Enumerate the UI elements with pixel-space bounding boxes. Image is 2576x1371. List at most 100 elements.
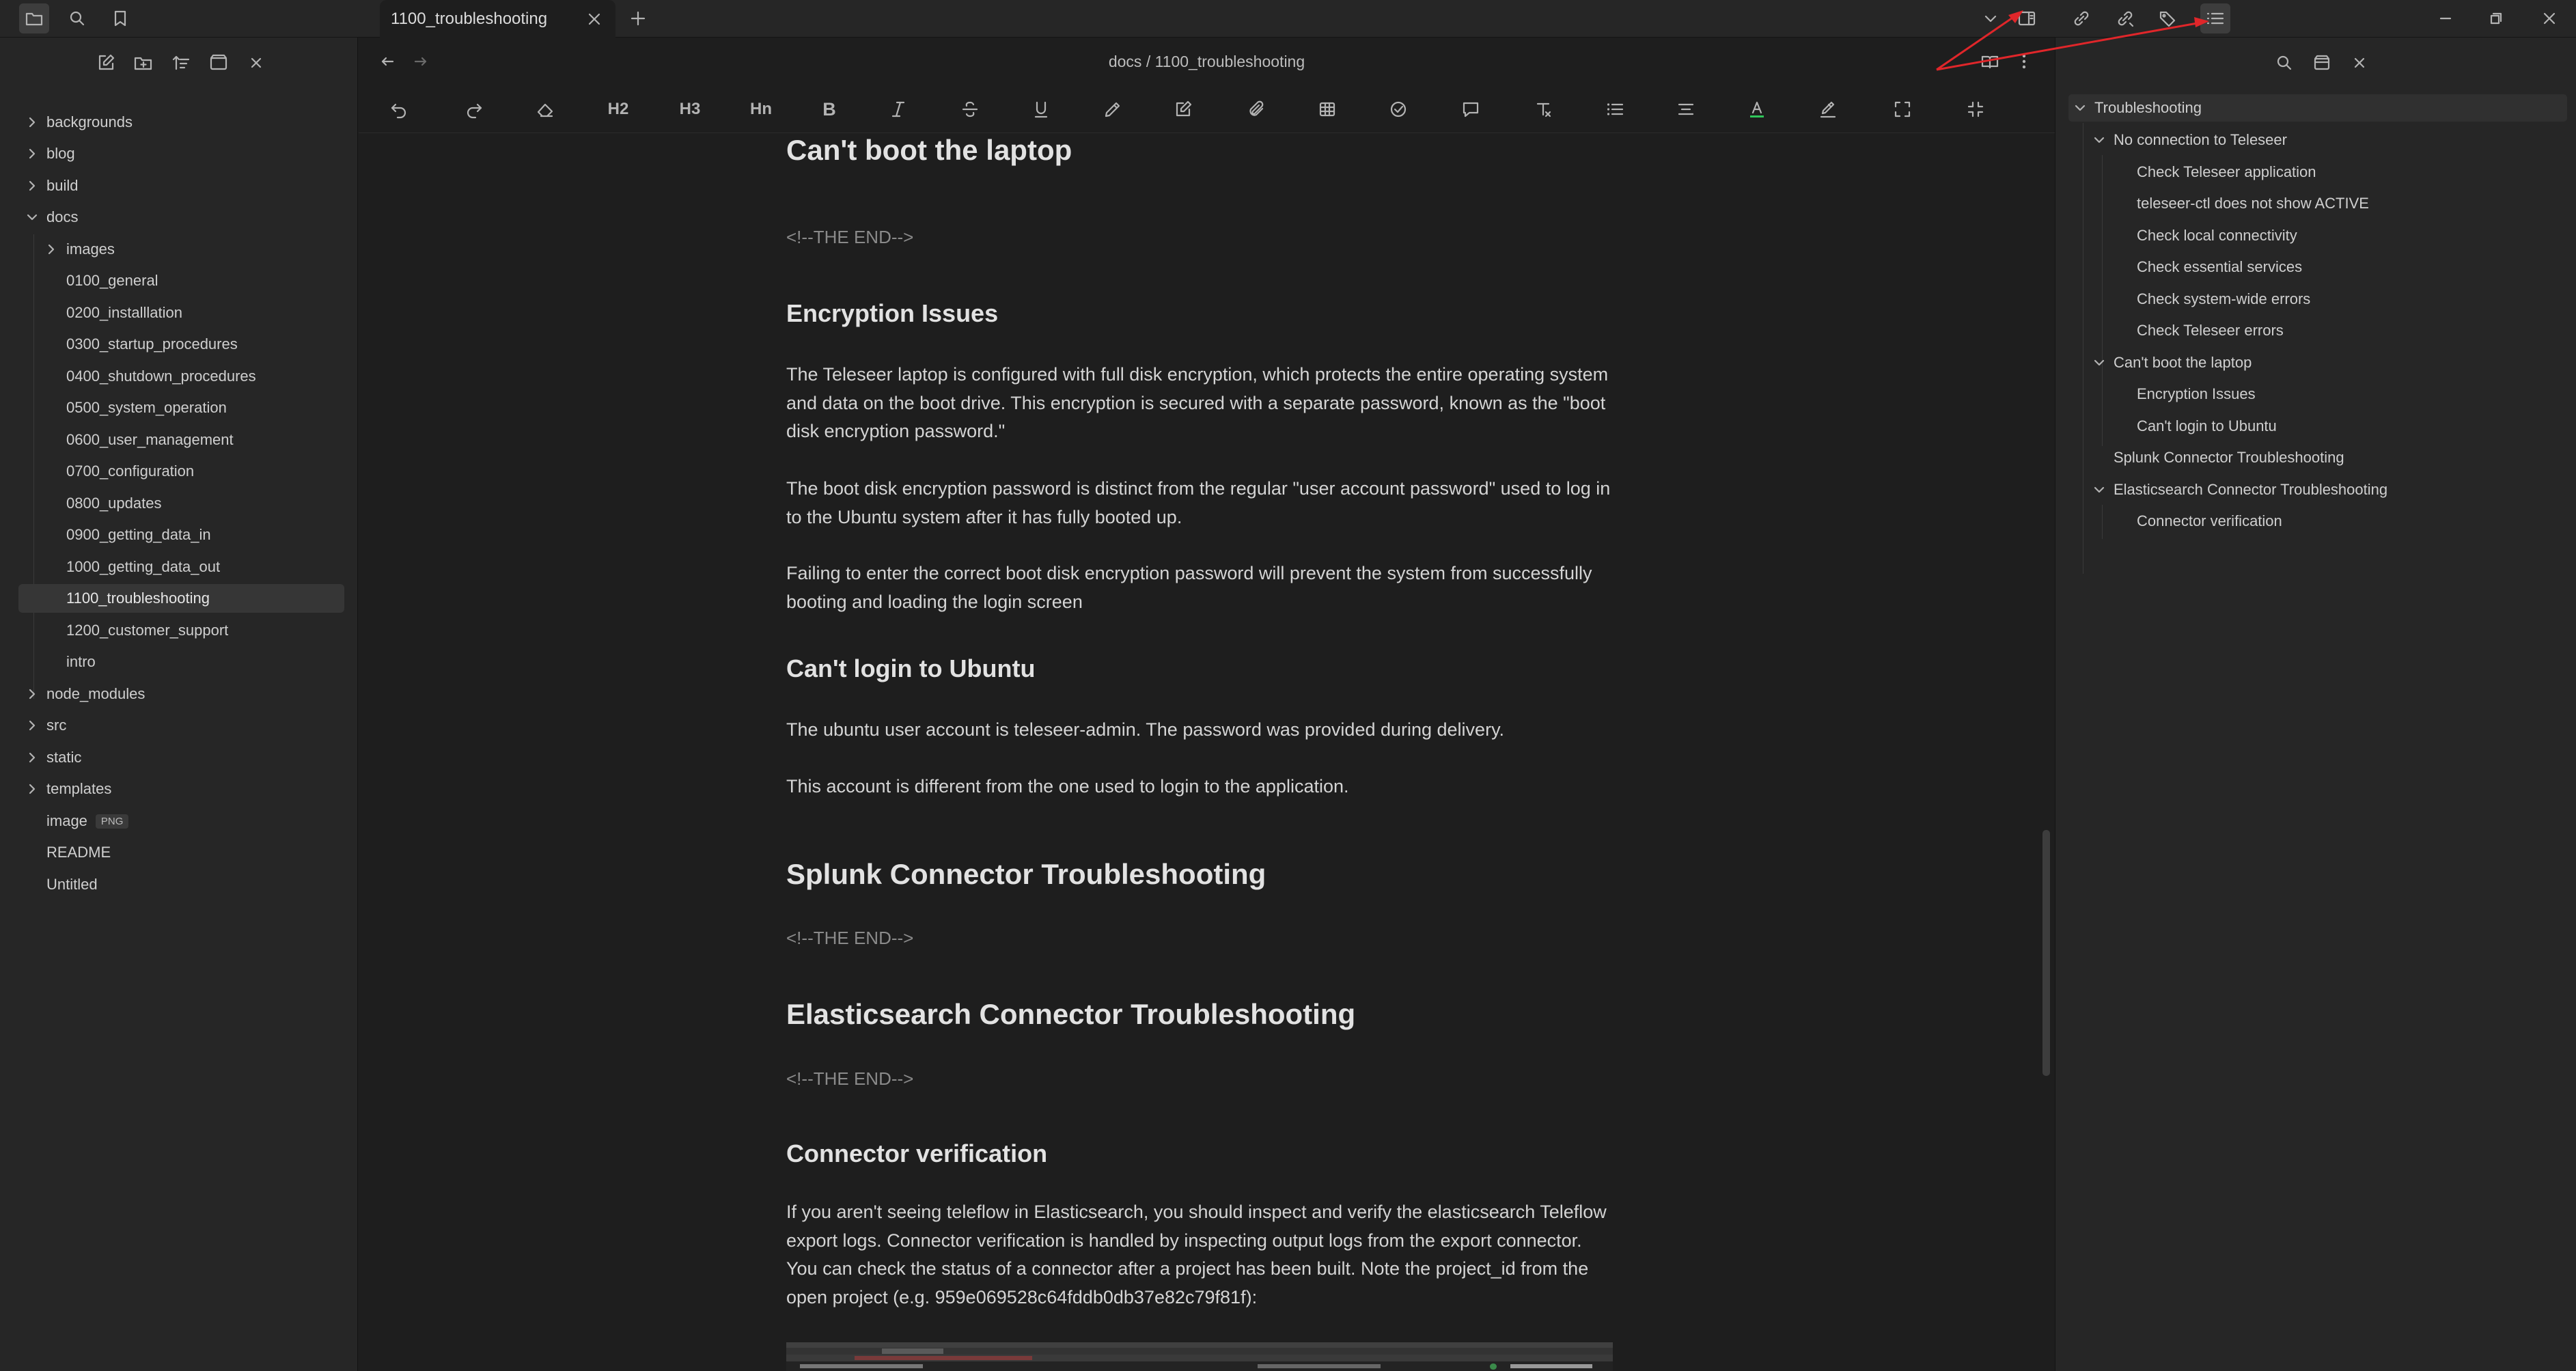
outline-expand-icon[interactable]	[2307, 48, 2337, 78]
folder-build[interactable]: build	[20, 171, 342, 200]
strikethrough-icon[interactable]	[954, 94, 986, 125]
file-type-badge: PNG	[95, 814, 129, 829]
undo-icon[interactable]	[383, 94, 415, 125]
folder-docs[interactable]: docs	[20, 203, 342, 232]
outline-guide	[2102, 378, 2103, 446]
bookmark-icon[interactable]	[105, 3, 135, 33]
edit-icon[interactable]	[1167, 94, 1199, 125]
outline-item-system-wide-errors[interactable]: Check system-wide errors	[2137, 286, 2310, 313]
callout-icon[interactable]	[1455, 94, 1486, 125]
file-0300-startup-procedures[interactable]: 0300_startup_procedures	[40, 330, 342, 359]
reading-view-icon[interactable]	[1975, 46, 2005, 77]
file-0700-configuration[interactable]: 0700_configuration	[40, 457, 342, 486]
text-color-icon[interactable]	[1741, 94, 1773, 125]
outline-item-teleseer-errors[interactable]: Check Teleseer errors	[2137, 317, 2284, 344]
outline-item-connector-verification[interactable]: Connector verification	[2137, 508, 2282, 535]
outline-item-elasticsearch[interactable]: Elasticsearch Connector Troubleshooting	[2087, 476, 2387, 503]
document-body[interactable]: Can't boot the laptop <!--THE END--> Enc…	[786, 133, 1613, 1371]
heading-n-button[interactable]: Hn	[745, 94, 777, 125]
highlight-icon[interactable]	[1097, 94, 1128, 125]
sort-icon[interactable]	[166, 48, 196, 78]
heading-3-button[interactable]: H3	[674, 94, 706, 125]
folder-node-modules[interactable]: node_modules	[20, 680, 342, 708]
file-0600-user-management[interactable]: 0600_user_management	[40, 426, 342, 454]
highlight-color-icon[interactable]	[1812, 94, 1844, 125]
outline-item-no-connection[interactable]: No connection to Teleseer	[2087, 126, 2287, 154]
new-folder-icon[interactable]	[128, 48, 158, 78]
backlinks-icon[interactable]	[2110, 3, 2140, 33]
tab-1100-troubleshooting[interactable]: 1100_troubleshooting	[380, 0, 615, 38]
file-0900-getting-data-in[interactable]: 0900_getting_data_in	[40, 521, 342, 549]
tags-icon[interactable]	[2153, 3, 2183, 33]
file-intro[interactable]: intro	[40, 648, 342, 676]
toggle-right-sidebar-icon[interactable]	[2012, 3, 2042, 33]
file-0100-general[interactable]: 0100_general	[40, 266, 342, 295]
clear-format-icon[interactable]	[1528, 94, 1560, 125]
files-icon[interactable]	[19, 3, 49, 33]
close-window-icon[interactable]	[2534, 3, 2564, 33]
file-readme[interactable]: README	[20, 838, 342, 867]
end-comment: <!--THE END-->	[786, 928, 914, 948]
bold-button[interactable]: B	[814, 94, 845, 125]
file-0200-installlation[interactable]: 0200_installlation	[40, 299, 342, 327]
file-1200-customer-support[interactable]: 1200_customer_support	[40, 616, 342, 645]
heading-2-button[interactable]: H2	[603, 94, 634, 125]
folder-templates[interactable]: templates	[20, 775, 342, 803]
outline-item-ctl-active[interactable]: teleseer-ctl does not show ACTIVE	[2137, 190, 2369, 217]
outgoing-links-icon[interactable]	[2066, 3, 2096, 33]
close-tab-icon[interactable]	[585, 10, 603, 28]
eraser-icon[interactable]	[529, 94, 561, 125]
collapse-view-icon[interactable]	[1960, 94, 1991, 125]
outline-item-cant-login[interactable]: Can't login to Ubuntu	[2137, 413, 2277, 440]
restore-icon[interactable]	[2481, 3, 2511, 33]
file-label: 0300_startup_procedures	[66, 335, 238, 352]
align-icon[interactable]	[1670, 94, 1702, 125]
outline-item-splunk[interactable]: Splunk Connector Troubleshooting	[2087, 444, 2344, 471]
tree-guide	[33, 234, 34, 699]
table-icon[interactable]	[1312, 94, 1343, 125]
outline-icon[interactable]	[2200, 3, 2230, 33]
auto-reveal-icon[interactable]	[204, 48, 234, 78]
italic-icon[interactable]	[883, 94, 914, 125]
collapse-all-icon[interactable]	[241, 48, 271, 78]
folder-static[interactable]: static	[20, 743, 342, 772]
file-1000-getting-data-out[interactable]: 1000_getting_data_out	[40, 553, 342, 581]
outline-label: Check Teleseer application	[2137, 163, 2316, 180]
more-options-icon[interactable]	[2009, 46, 2039, 77]
file-0800-updates[interactable]: 0800_updates	[40, 489, 342, 518]
editor-scrollbar[interactable]	[2042, 830, 2050, 1076]
outline-item-check-app[interactable]: Check Teleseer application	[2137, 158, 2316, 186]
file-1100-troubleshooting[interactable]: 1100_troubleshooting	[18, 584, 344, 613]
fullscreen-icon[interactable]	[1887, 94, 1918, 125]
folder-blog[interactable]: blog	[20, 139, 342, 168]
attachment-icon[interactable]	[1241, 94, 1273, 125]
new-tab-icon[interactable]	[623, 3, 653, 33]
breadcrumb[interactable]: docs / 1100_troubleshooting	[359, 53, 2055, 71]
file-untitled[interactable]: Untitled	[20, 870, 342, 899]
outline-label: No connection to Teleseer	[2114, 131, 2287, 148]
file-image[interactable]: image PNG	[20, 807, 342, 835]
heading-n-label: Hn	[750, 100, 772, 118]
outline-collapse-all-icon[interactable]	[2344, 48, 2374, 78]
outline-item-troubleshooting[interactable]: Troubleshooting	[2068, 94, 2567, 122]
folder-label: node_modules	[46, 685, 146, 702]
folder-src[interactable]: src	[20, 711, 342, 740]
search-icon[interactable]	[62, 3, 92, 33]
outline-item-encryption[interactable]: Encryption Issues	[2137, 380, 2256, 408]
underline-icon[interactable]	[1025, 94, 1057, 125]
file-0400-shutdown-procedures[interactable]: 0400_shutdown_procedures	[40, 362, 342, 391]
tab-list-chevron-icon[interactable]	[1976, 3, 2006, 33]
folder-images[interactable]: images	[40, 235, 342, 264]
file-0500-system-operation[interactable]: 0500_system_operation	[40, 393, 342, 422]
checklist-icon[interactable]	[1383, 94, 1414, 125]
outline-item-cant-boot[interactable]: Can't boot the laptop	[2087, 349, 2252, 376]
new-note-icon[interactable]	[91, 48, 121, 78]
outline-item-local-connectivity[interactable]: Check local connectivity	[2137, 222, 2297, 249]
outline-search-icon[interactable]	[2269, 48, 2299, 78]
heading-splunk: Splunk Connector Troubleshooting	[786, 858, 1266, 890]
minimize-icon[interactable]	[2430, 3, 2461, 33]
redo-icon[interactable]	[458, 94, 490, 125]
folder-backgrounds[interactable]: backgrounds	[20, 108, 342, 137]
bullet-list-icon[interactable]	[1599, 94, 1631, 125]
outline-item-essential-services[interactable]: Check essential services	[2137, 253, 2302, 281]
